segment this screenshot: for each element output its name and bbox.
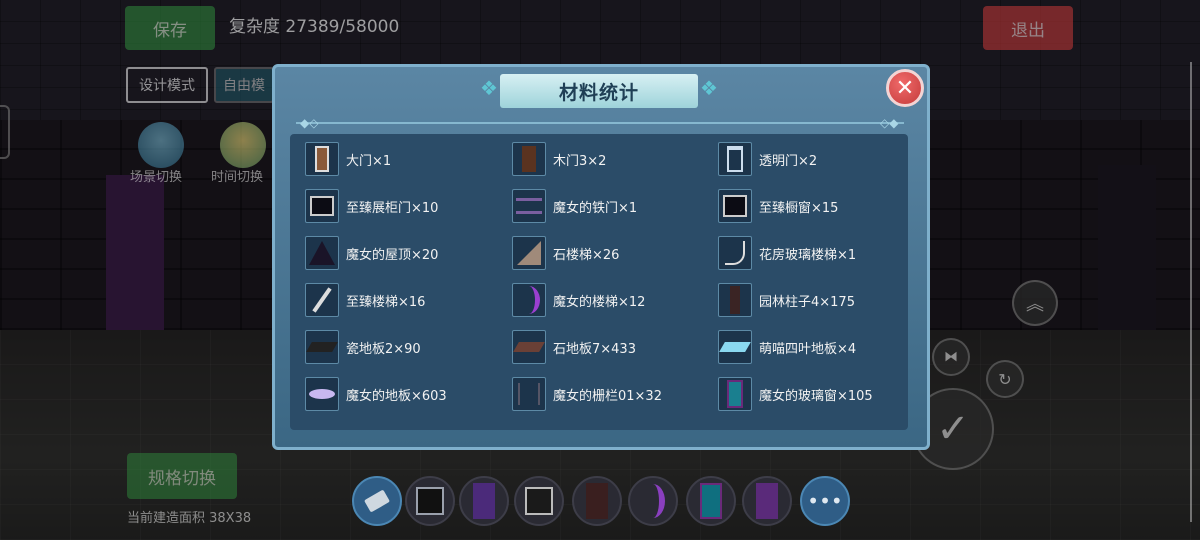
fly-up-icon[interactable]: ︽ [1012,280,1058,326]
witch-floor-icon [305,377,339,411]
material-item-witch-fence: 魔女的栅栏01×32 [512,377,662,411]
purple-wall-icon[interactable] [742,476,792,526]
material-label: 至臻橱窗×15 [759,200,839,216]
glass-stairs-icon [718,236,752,270]
material-item-witch-roof: 魔女的屋顶×20 [305,236,438,270]
divider-ornament-right-icon: ◇◆ [880,116,899,130]
title-ornament-right-icon: ❖ [700,76,718,100]
material-label: 魔女的栅栏01×32 [553,388,662,404]
spec-switch-button[interactable]: 规格切换 [127,453,237,499]
material-label: 魔女的铁门×1 [553,200,638,216]
window-block-icon[interactable] [405,476,455,526]
scene-switch-label: 场景切换 [130,170,183,185]
witch-iron-gate-icon [512,189,546,223]
material-label: 至臻楼梯×16 [346,294,426,310]
witch-roof-icon [305,236,339,270]
material-item-premium-stairs: 至臻楼梯×16 [305,283,425,317]
material-label: 园林柱子4×175 [759,294,855,310]
free-mode-button[interactable]: 自由模 [214,67,274,103]
material-item-gate: 大门×1 [305,142,391,176]
dark-door-icon[interactable] [572,476,622,526]
glass-window-icon[interactable] [686,476,736,526]
material-label: 魔女的屋顶×20 [346,247,439,263]
witch-stairs-icon [512,283,546,317]
material-label: 花房玻璃楼梯×1 [759,247,857,263]
porcelain-floor-icon [305,330,339,364]
material-label: 石地板7×433 [553,341,636,357]
material-label: 至臻展柜门×10 [346,200,439,216]
material-label: 魔女的地板×603 [346,388,447,404]
material-label: 大门×1 [346,153,392,169]
material-label: 萌喵四叶地板×4 [759,341,857,357]
clover-floor-icon [718,330,752,364]
design-mode-button[interactable]: 设计模式 [126,67,208,103]
garden-pillar-icon [718,283,752,317]
eraser-icon[interactable] [352,476,402,526]
divider-ornament-left-icon: ◆◇ [300,116,319,130]
rotate-icon[interactable]: ↻ [986,360,1024,398]
material-item-witch-floor: 魔女的地板×603 [305,377,447,411]
witch-glass-window-icon [718,377,752,411]
stone-stairs-icon [512,236,546,270]
material-label: 木门3×2 [553,153,607,169]
material-item-witch-glass-window: 魔女的玻璃窗×105 [718,377,873,411]
material-item-witch-iron-gate: 魔女的铁门×1 [512,189,637,223]
purple-pillar-icon[interactable] [459,476,509,526]
display-cabinet-door-icon [305,189,339,223]
material-item-stone-floor: 石地板7×433 [512,330,636,364]
material-label: 透明门×2 [759,153,818,169]
build-area-text: 当前建造面积 38X38 [127,511,252,526]
material-label: 石楼梯×26 [553,247,620,263]
save-button[interactable]: 保存 [125,6,215,50]
more-icon[interactable]: ••• [800,476,850,526]
mirror-icon[interactable]: ⧓ [932,338,970,376]
transparent-door-icon [718,142,752,176]
material-label: 瓷地板2×90 [346,341,421,357]
scene-switch-icon[interactable] [138,122,184,168]
crescent-stairs-icon[interactable] [628,476,678,526]
material-item-showcase-window: 至臻橱窗×15 [718,189,838,223]
showcase-window-icon [718,189,752,223]
material-label: 魔女的玻璃窗×105 [759,388,873,404]
material-item-clover-floor: 萌喵四叶地板×4 [718,330,856,364]
gate-icon [305,142,339,176]
material-item-display-cabinet-door: 至臻展柜门×10 [305,189,438,223]
cabinet-door-icon[interactable] [514,476,564,526]
material-label: 魔女的楼梯×12 [553,294,646,310]
material-item-witch-stairs: 魔女的楼梯×12 [512,283,645,317]
premium-stairs-icon [305,283,339,317]
wooden-door-icon [512,142,546,176]
material-item-porcelain-floor: 瓷地板2×90 [305,330,421,364]
complexity-counter: 复杂度 27389/58000 [229,17,400,37]
exit-button[interactable]: 退出 [983,6,1073,50]
witch-fence-icon [512,377,546,411]
divider [296,122,904,124]
right-edge-panel [1190,62,1200,522]
time-switch-icon[interactable] [220,122,266,168]
dialog-title: 材料统计 [500,74,698,108]
time-switch-label: 时间切换 [211,170,264,185]
stone-floor-icon [512,330,546,364]
material-item-wooden-door: 木门3×2 [512,142,606,176]
side-handle[interactable] [0,105,10,159]
material-item-garden-pillar: 园林柱子4×175 [718,283,855,317]
material-item-stone-stairs: 石楼梯×26 [512,236,619,270]
material-item-glass-stairs: 花房玻璃楼梯×1 [718,236,856,270]
close-icon[interactable]: ✕ [886,69,924,107]
material-item-transparent-door: 透明门×2 [718,142,817,176]
title-ornament-left-icon: ❖ [480,76,498,100]
